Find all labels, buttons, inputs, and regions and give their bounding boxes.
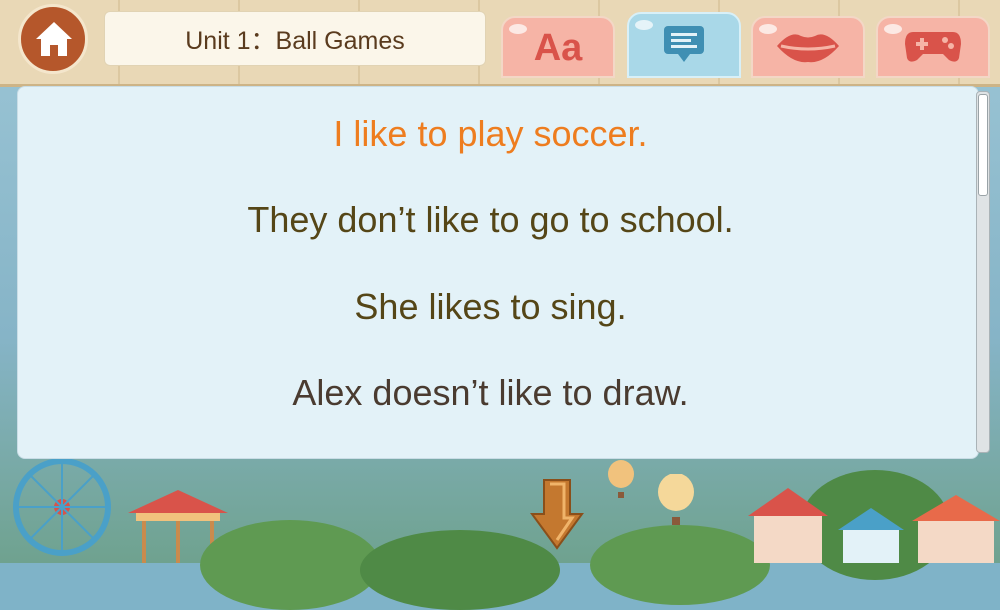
sentence-item[interactable]: She likes to sing.: [18, 286, 963, 328]
next-button[interactable]: [530, 478, 584, 550]
sentence-item[interactable]: Alex doesn’t like to draw.: [18, 372, 963, 414]
chat-bubble-icon: [664, 26, 704, 62]
lips-icon: [777, 34, 839, 63]
tab-speaking[interactable]: [751, 16, 865, 78]
home-icon: [36, 22, 72, 56]
sentence-panel: I like to play soccer. They don’t like t…: [17, 86, 990, 459]
gamepad-icon: [905, 32, 961, 62]
down-arrow-icon: [530, 479, 584, 550]
unit-title: Unit 1：Ball Games: [104, 11, 486, 66]
hot-air-balloon-illustration: [658, 474, 694, 525]
sentence-item[interactable]: I like to play soccer.: [18, 113, 963, 155]
circus-tent-illustration: [838, 508, 904, 563]
circus-tent-illustration: [748, 488, 828, 563]
ferris-wheel-illustration: [13, 458, 111, 556]
circus-tent-illustration: [912, 495, 1000, 563]
hot-air-balloon-illustration: [608, 460, 634, 498]
tab-game[interactable]: [876, 16, 990, 78]
scrollbar[interactable]: [976, 91, 990, 453]
scrollbar-thumb[interactable]: [978, 94, 988, 196]
vocabulary-label: Aa: [533, 27, 583, 69]
home-button[interactable]: [18, 4, 88, 74]
tab-sentences[interactable]: [627, 12, 741, 78]
tab-vocabulary[interactable]: Aa: [501, 16, 615, 78]
tree-hill: [200, 520, 380, 610]
top-bar: Unit 1：Ball Games Aa: [0, 0, 1000, 87]
sentence-item[interactable]: They don’t like to go to school.: [18, 199, 963, 241]
tree-hill: [590, 525, 770, 605]
